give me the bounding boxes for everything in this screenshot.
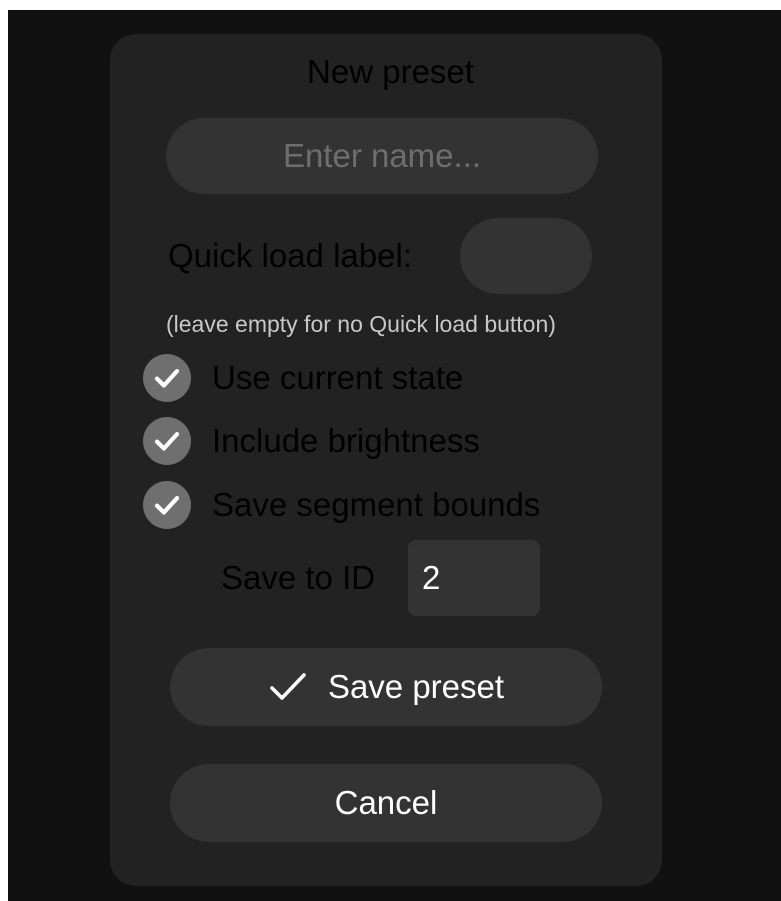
include-brightness-label: Include brightness — [212, 422, 480, 459]
preset-name-input[interactable] — [166, 118, 598, 194]
check-icon — [154, 369, 180, 388]
save-preset-button[interactable]: Save preset — [170, 648, 602, 726]
quick-load-label: Quick load label: — [168, 237, 412, 274]
include-brightness-checkbox[interactable] — [143, 417, 191, 465]
quick-load-hint: (leave empty for no Quick load button) — [166, 311, 556, 337]
dialog-title: New preset — [307, 53, 474, 90]
save-to-id-label: Save to ID — [221, 559, 376, 596]
save-to-id-input[interactable] — [408, 540, 540, 616]
save-preset-label: Save preset — [327, 668, 505, 705]
quick-load-input[interactable] — [460, 218, 592, 294]
save-segment-bounds-label: Save segment bounds — [212, 486, 541, 523]
check-icon — [154, 432, 180, 451]
cancel-button[interactable]: Cancel — [170, 764, 602, 842]
check-icon — [268, 670, 308, 704]
option-include-brightness[interactable]: Include brightness — [143, 416, 480, 466]
check-icon — [154, 496, 180, 515]
save-segment-bounds-checkbox[interactable] — [143, 481, 191, 529]
use-current-state-checkbox[interactable] — [143, 354, 191, 402]
cancel-label: Cancel — [334, 784, 438, 821]
option-save-segment-bounds[interactable]: Save segment bounds — [143, 480, 540, 530]
option-use-current-state[interactable]: Use current state — [143, 353, 463, 403]
use-current-state-label: Use current state — [212, 359, 464, 396]
